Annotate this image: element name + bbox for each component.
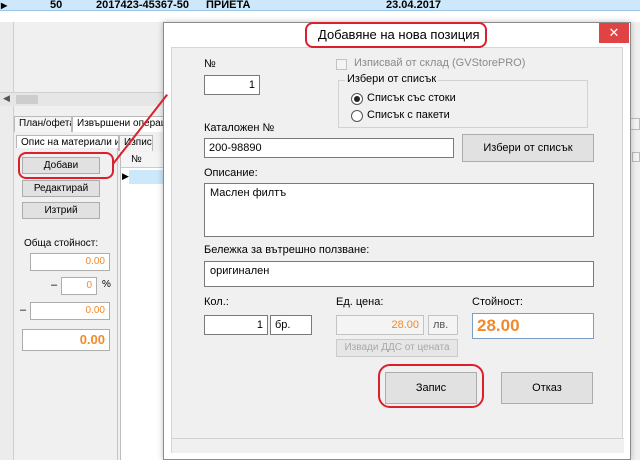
internal-note-label: Бележка за вътрешно ползване:	[204, 244, 370, 256]
number-label: №	[204, 58, 216, 70]
internal-note-field[interactable]: оригинален	[204, 261, 594, 287]
close-icon: ✕	[608, 25, 620, 40]
value-field[interactable]: 28.00	[472, 313, 594, 339]
value-label: Стойност:	[472, 296, 523, 308]
row-number: 50	[50, 0, 63, 11]
table-row[interactable]: ▶ 50 2017423-45367-50 ПРИЕТА 23.04.2017	[0, 0, 640, 11]
right-edge-tab-2[interactable]	[632, 152, 640, 162]
row-document: 2017423-45367-50	[96, 0, 189, 11]
currency-field: лв.	[428, 315, 458, 335]
choose-list-group: Избери от списък Списък със стоки Списък…	[338, 73, 588, 128]
total-label: Обща стойност:	[24, 238, 99, 249]
right-edge-tab[interactable]	[630, 118, 640, 130]
row-date: 23.04.2017	[386, 0, 442, 11]
row-pointer-icon: ▶	[1, 1, 8, 10]
minus-sign-2: –	[20, 304, 27, 316]
horizontal-scrollbar[interactable]: ◀	[0, 92, 180, 106]
unit-field[interactable]: бр.	[270, 315, 312, 335]
annotation-add-button-ring	[18, 152, 114, 179]
tab-operations[interactable]: Извършени операции	[72, 116, 164, 132]
description-field[interactable]: Маслен филтъ	[204, 183, 594, 237]
warehouse-checkbox-label: Изписвай от склад (GVStorePRO)	[354, 57, 526, 69]
radio-packages-label: Списък с пакети	[367, 109, 450, 121]
close-button[interactable]: ✕	[599, 23, 629, 43]
percent-field[interactable]: 0	[61, 277, 97, 295]
radio-goods-label: Списък със стоки	[367, 92, 456, 104]
choose-from-list-button[interactable]: Избери от списък	[462, 134, 594, 162]
annotation-title-ring	[305, 22, 487, 48]
delete-button[interactable]: Изтрий	[22, 202, 100, 219]
radio-packages-list[interactable]	[351, 110, 363, 122]
description-label: Описание:	[204, 167, 258, 179]
radio-goods-list[interactable]	[351, 93, 363, 105]
grand-total-field[interactable]: 0.00	[22, 329, 110, 351]
quantity-label: Кол.:	[204, 296, 229, 308]
left-panel: Добави Редактирай Изтрий Обща стойност: …	[14, 148, 118, 460]
quantity-field[interactable]: 1	[204, 315, 268, 335]
choose-list-group-title: Избери от списък	[345, 73, 439, 85]
cancel-button[interactable]: Отказ	[501, 372, 593, 404]
unit-price-field[interactable]: 28.00	[336, 315, 424, 335]
annotation-save-ring	[378, 364, 484, 408]
catalog-number-label: Каталожен №	[204, 122, 275, 134]
tab-plan[interactable]: План/офета	[14, 116, 72, 132]
minus-sign: –	[51, 279, 58, 291]
left-edge-strip	[0, 22, 14, 460]
row-status: ПРИЕТА	[206, 0, 251, 11]
edit-button[interactable]: Редактирай	[22, 180, 100, 197]
grid-row-pointer-icon: ▶	[122, 171, 129, 181]
extract-vat-button[interactable]: Извади ДДС от цената	[336, 339, 458, 357]
unit-price-label: Ед. цена:	[336, 296, 384, 308]
scroll-left-icon[interactable]: ◀	[3, 93, 10, 104]
catalog-number-field[interactable]: 200-98890	[204, 138, 454, 158]
dialog-status-strip	[172, 438, 624, 453]
discount-field[interactable]: 0.00	[30, 302, 110, 320]
scrollbar-thumb[interactable]	[16, 95, 38, 104]
warehouse-checkbox[interactable]	[336, 59, 347, 70]
percent-sign: %	[102, 279, 111, 290]
number-field[interactable]: 1	[204, 75, 260, 95]
total-field[interactable]: 0.00	[30, 253, 110, 271]
